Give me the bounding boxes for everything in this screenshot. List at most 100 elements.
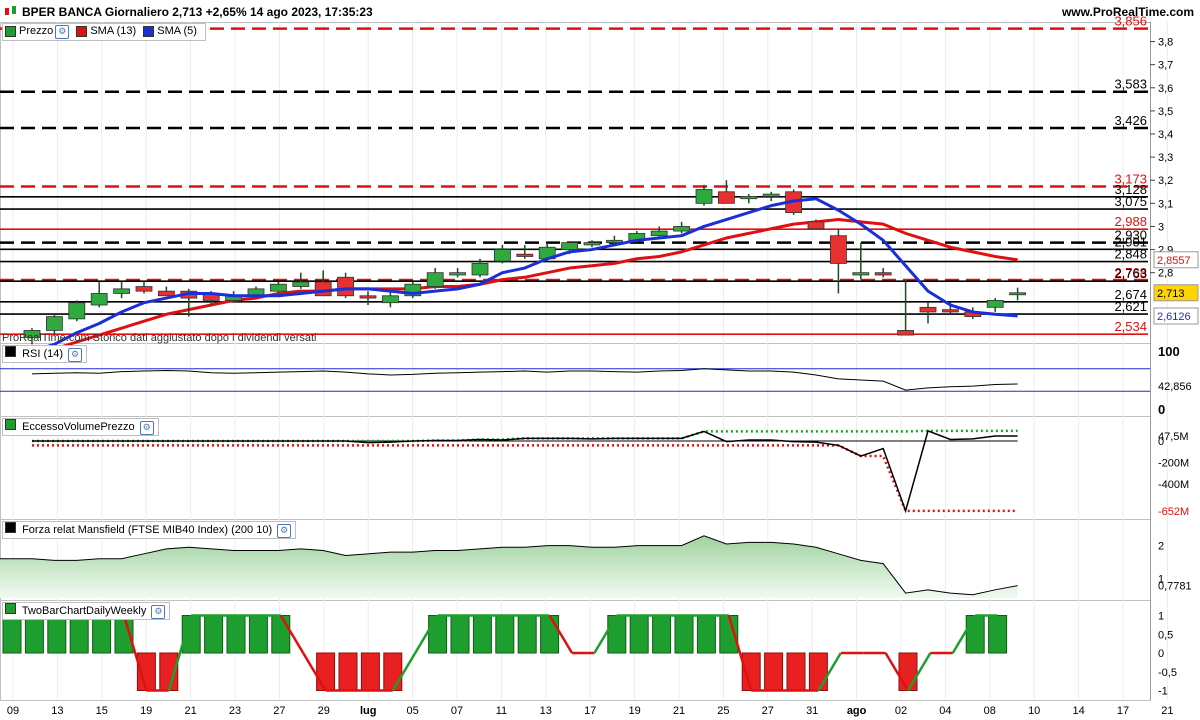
legend-sma5[interactable]: SMA (5) — [143, 24, 197, 39]
twobar-bar-up — [248, 615, 268, 654]
legend-swatch-volume — [5, 419, 16, 430]
x-tick-label: 29 — [318, 705, 330, 717]
price-axis-label: 3 — [1158, 221, 1164, 233]
price-axis-label: 3,6 — [1158, 83, 1173, 95]
volume-legend[interactable]: EccessoVolumePrezzo ⚙ — [2, 418, 159, 436]
candle-body — [381, 295, 399, 304]
wrench-icon[interactable]: ⚙ — [139, 421, 154, 435]
x-tick-label: 17 — [1117, 705, 1129, 717]
candle-body — [337, 276, 355, 297]
price-legend[interactable]: Prezzo ⚙ SMA (13) SMA (5) — [2, 23, 206, 41]
twobar-bar-up — [965, 615, 985, 654]
twobar-bar-down — [898, 652, 918, 691]
legend-swatch-price — [5, 26, 16, 37]
candle-body — [762, 193, 780, 197]
legend-swatch-sma5 — [143, 26, 155, 37]
x-tick-label: 09 — [7, 705, 19, 717]
data-note: ProRealTime.com Storico dati aggiustato … — [2, 332, 317, 344]
twobar-label: TwoBarChartDailyWeekly — [21, 605, 147, 617]
twobar-legend[interactable]: TwoBarChartDailyWeekly ⚙ — [2, 602, 171, 620]
chart-canvas[interactable]: 09 13 15 19 21 23 27 29 lug 05 07 11 13 17 19 21 25 27 31 a… — [0, 0, 1200, 720]
x-tick-label: 21 — [184, 705, 196, 717]
candle-body — [90, 293, 108, 306]
rsi-axis-label: 100 — [1158, 344, 1180, 359]
candle-body — [897, 330, 914, 336]
price-level-label: 2,621 — [1114, 299, 1147, 314]
twobar-bar-up — [69, 615, 89, 654]
wrench-icon[interactable]: ⚙ — [68, 348, 83, 362]
price-axis-label: 3,3 — [1158, 152, 1173, 164]
twobar-bar-up — [495, 615, 515, 654]
wrench-icon[interactable]: ⚙ — [277, 524, 292, 538]
candle-body — [1009, 292, 1026, 296]
legend-price[interactable]: Prezzo ⚙ — [5, 24, 70, 39]
candle-body — [583, 242, 601, 246]
x-tick-label: 21 — [673, 705, 685, 717]
mansfield-legend[interactable]: Forza relat Mansfield (FTSE MIB40 Index)… — [2, 521, 297, 539]
candle-body — [650, 230, 668, 237]
price-level-label: 3,075 — [1114, 194, 1147, 209]
twobar-bar-down — [808, 652, 828, 691]
twobar-bar-up — [47, 615, 67, 654]
volume-line — [32, 429, 1018, 514]
legend-sma13-label: SMA (13) — [90, 25, 137, 37]
price-level-label: 3,856 — [1114, 14, 1147, 29]
x-tick-label: 07 — [451, 705, 463, 717]
legend-sma13[interactable]: SMA (13) — [76, 24, 136, 39]
wrench-icon[interactable]: ⚙ — [55, 24, 70, 39]
twobar-bar-down — [786, 652, 806, 691]
mansfield-area — [0, 535, 1018, 598]
x-tick-label: 05 — [406, 705, 418, 717]
candle-body — [68, 302, 86, 320]
twobar-bar-down — [316, 652, 336, 691]
x-tick-label: 02 — [895, 705, 907, 717]
wrench-icon[interactable]: ⚙ — [151, 605, 166, 619]
x-tick-label: 27 — [762, 705, 774, 717]
twobar-bar-down — [764, 652, 784, 691]
candle-body — [740, 195, 758, 200]
x-tick-label: 13 — [51, 705, 63, 717]
sma5-value-badge-text: 2,6126 — [1157, 311, 1191, 323]
legend-price-label: Prezzo — [19, 25, 54, 37]
price-level-label: 2,848 — [1114, 247, 1147, 262]
volume-axis-label: -400M — [1158, 479, 1189, 491]
candle-body — [292, 281, 310, 287]
x-tick-label: 11 — [496, 705, 507, 717]
twobar-bar-down — [360, 652, 380, 691]
mansfield-label: Forza relat Mansfield (FTSE MIB40 Index)… — [22, 524, 273, 536]
sma13-value-badge-text: 2,8557 — [1157, 255, 1191, 267]
x-tick-label: 25 — [717, 705, 729, 717]
x-tick-label: 08 — [984, 705, 996, 717]
twobar-bar-up — [226, 615, 246, 654]
candle-body — [269, 283, 287, 292]
price-axis-label: 3,2 — [1158, 175, 1173, 187]
x-tick-label: 13 — [540, 705, 552, 717]
rsi-legend[interactable]: RSI (14) ⚙ — [2, 345, 88, 363]
last-price-badge-text: 2,713 — [1157, 288, 1185, 300]
x-tick-label: 21 — [1161, 705, 1173, 717]
mansfield-axis-label: 2 — [1158, 541, 1164, 553]
volume-lower-band — [32, 444, 1018, 513]
twobar-bar-up — [540, 615, 560, 654]
twobar-bar-up — [24, 615, 44, 654]
x-tick-label: 19 — [628, 705, 640, 717]
x-tick-label: lug — [360, 705, 377, 717]
candle-body — [986, 299, 1004, 308]
mansfield-last-value: 0,7781 — [1158, 581, 1192, 593]
candle-body — [852, 272, 870, 276]
price-axis-label: 3,5 — [1158, 106, 1173, 118]
x-tick-label: 23 — [229, 705, 241, 717]
candle-body — [807, 221, 825, 230]
rsi-axis-label: 0 — [1158, 402, 1165, 417]
legend-swatch-twobar — [5, 603, 16, 614]
candle-body — [135, 286, 153, 292]
price-axis-label: 3,1 — [1158, 198, 1173, 210]
twobar-bar-up — [428, 615, 448, 654]
x-tick-label: 10 — [1028, 705, 1040, 717]
candle-body — [113, 288, 130, 294]
candle-body — [157, 290, 175, 297]
candle-body — [830, 235, 847, 264]
candle-body — [314, 281, 332, 297]
twobar-bar-up — [271, 615, 291, 654]
candle-body — [449, 272, 467, 276]
